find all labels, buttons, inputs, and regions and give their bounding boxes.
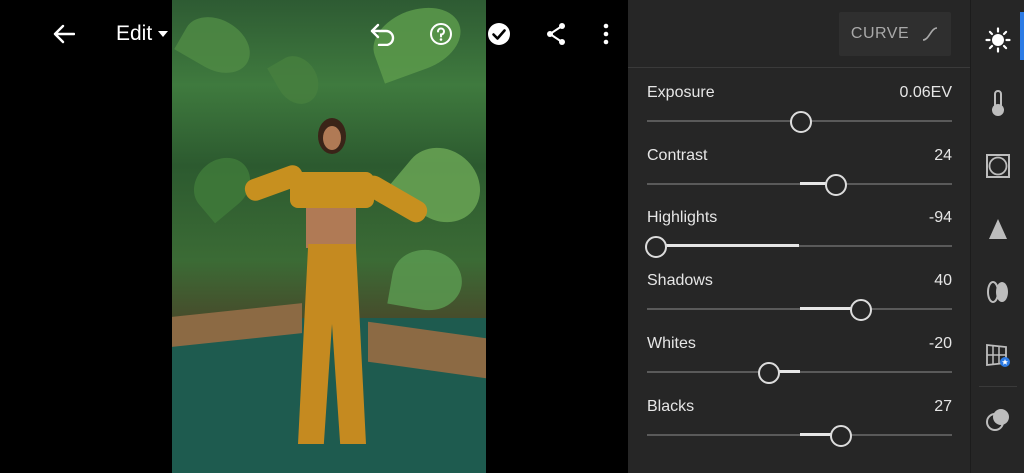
whites-slider[interactable]	[647, 371, 952, 373]
exposure-thumb[interactable]	[790, 111, 813, 133]
model-skirt	[298, 244, 366, 444]
foliage	[388, 132, 486, 238]
shadows-label: Shadows	[647, 272, 713, 289]
color-icon[interactable]	[971, 81, 1024, 125]
shadows-value: 40	[934, 272, 952, 289]
light-icon[interactable]	[971, 18, 1024, 62]
shadows-thumb[interactable]	[849, 299, 872, 321]
panel-header: CURVE	[628, 0, 970, 68]
model-midriff	[306, 208, 356, 248]
model-face	[323, 126, 341, 150]
model-figure	[242, 118, 431, 448]
whites-label: Whites	[647, 335, 696, 352]
blacks-value: 27	[934, 398, 952, 415]
optics-icon[interactable]	[971, 270, 1024, 314]
contrast-label: Contrast	[647, 147, 708, 164]
highlights-thumb[interactable]	[645, 236, 668, 258]
help-icon[interactable]	[428, 20, 454, 48]
highlights-fill	[656, 244, 800, 247]
blacks-thumb[interactable]	[829, 425, 852, 447]
highlights-label: Highlights	[647, 209, 718, 226]
light-panel: CURVE Exposure 0.06EV Contrast 24 Highli…	[628, 0, 970, 473]
rail-divider	[979, 386, 1017, 387]
tool-rail	[970, 0, 1024, 473]
highlights-value: -94	[928, 209, 952, 226]
exposure-slider-row: Exposure 0.06EV	[647, 84, 952, 144]
foliage	[387, 244, 467, 316]
curve-button-label: CURVE	[850, 25, 910, 42]
foliage	[174, 5, 260, 85]
photo-preview[interactable]	[172, 0, 486, 473]
photo-canvas[interactable]	[0, 0, 628, 473]
caret-down-icon	[158, 31, 169, 37]
geometry-icon[interactable]	[971, 333, 1024, 377]
back-arrow-icon[interactable]	[52, 20, 76, 48]
exposure-label: Exposure	[647, 84, 715, 101]
exposure-value: 0.06EV	[899, 84, 952, 101]
foliage	[267, 48, 327, 112]
effects-icon[interactable]	[971, 144, 1024, 188]
contrast-thumb[interactable]	[825, 174, 848, 196]
more-options-icon[interactable]	[598, 20, 614, 48]
masking-icon[interactable]	[971, 398, 1024, 442]
contrast-slider-row: Contrast 24	[647, 147, 952, 207]
blacks-label: Blacks	[647, 398, 695, 415]
curve-icon	[922, 27, 938, 41]
whites-value: -20	[928, 335, 952, 352]
whites-thumb[interactable]	[758, 362, 780, 384]
edit-mode-label: Edit	[116, 22, 153, 45]
shadows-slider-row: Shadows 40	[647, 272, 952, 332]
whites-slider-row: Whites -20	[647, 335, 952, 395]
highlights-slider-row: Highlights -94	[645, 209, 952, 269]
contrast-value: 24	[934, 147, 952, 164]
share-icon[interactable]	[544, 20, 568, 48]
curve-button[interactable]: CURVE	[839, 12, 951, 56]
done-check-icon[interactable]	[486, 20, 512, 48]
model-top	[290, 172, 374, 208]
undo-icon[interactable]	[368, 20, 398, 48]
active-tool-indicator	[1020, 12, 1024, 60]
blacks-slider-row: Blacks 27	[647, 398, 952, 458]
edit-mode-dropdown[interactable]: Edit	[116, 20, 169, 48]
detail-icon[interactable]	[971, 207, 1024, 251]
